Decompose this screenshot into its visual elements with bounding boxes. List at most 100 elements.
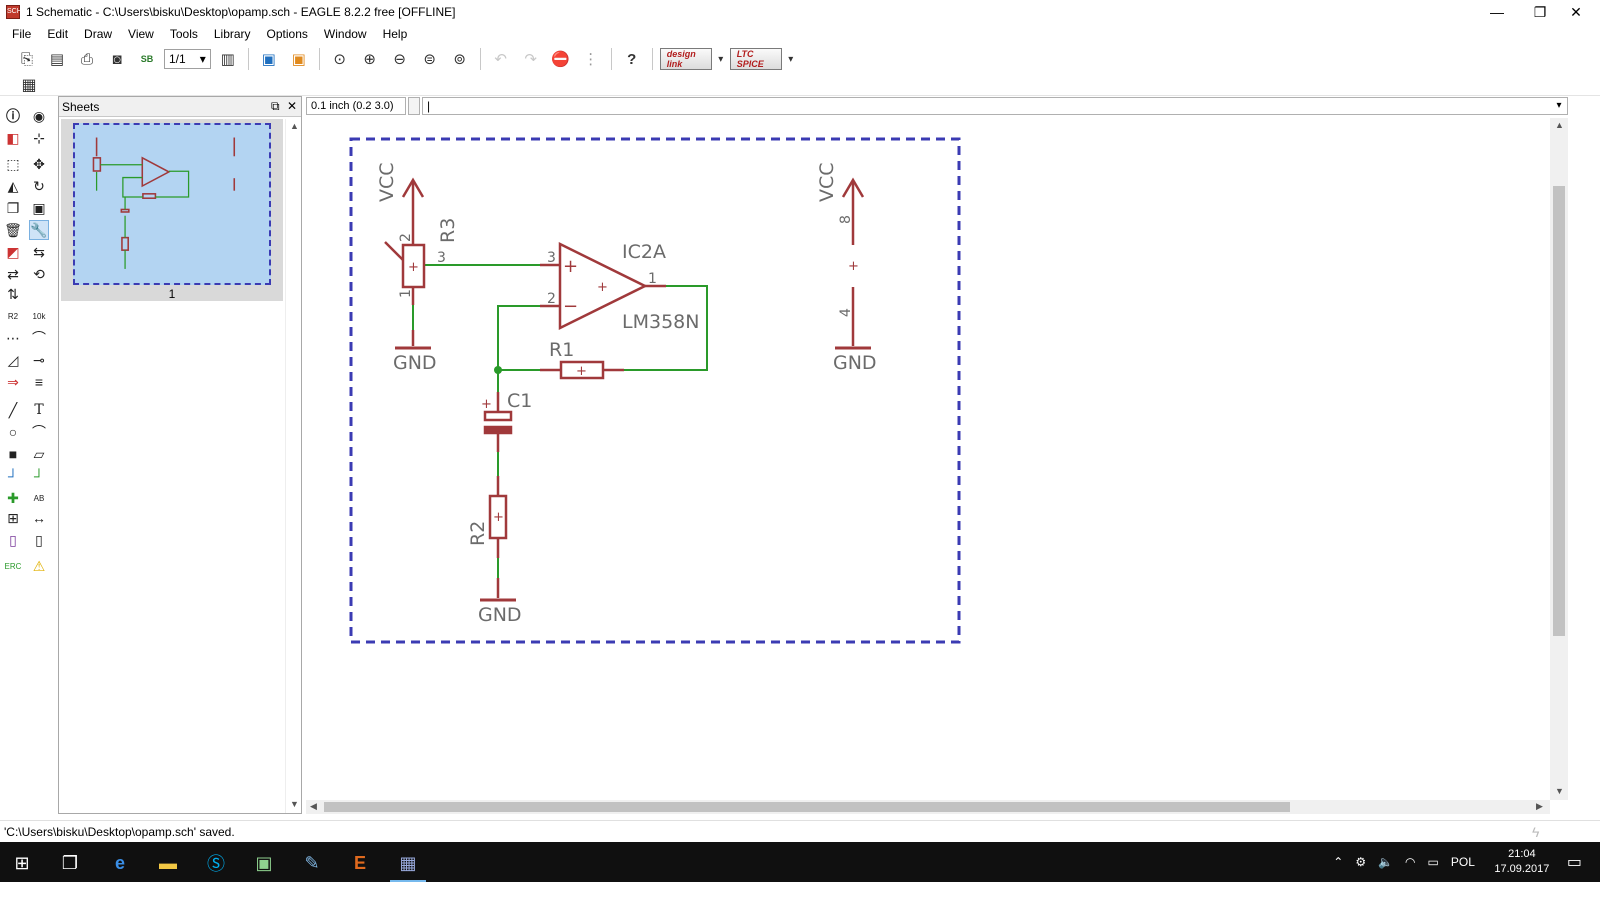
arc-icon[interactable]: ⌒ [29, 422, 49, 442]
wifi-icon[interactable]: ◠ [1405, 855, 1415, 869]
eagle-taskbar-icon[interactable]: E [340, 847, 380, 879]
line-icon[interactable]: ╱ [3, 400, 23, 420]
file-explorer-icon[interactable]: ▬ [148, 847, 188, 879]
maximize-button[interactable]: ❐ [1520, 0, 1560, 24]
paint-app-icon[interactable]: ✎ [292, 847, 332, 879]
optimize-icon[interactable]: ⊸ [29, 350, 49, 370]
chevron-down-icon[interactable]: ▾ [716, 47, 726, 71]
ulp-icon[interactable]: ▣ [286, 47, 312, 71]
help-icon[interactable]: ? [619, 47, 645, 71]
zoom-select-icon[interactable]: ⊜ [417, 47, 443, 71]
volume-icon[interactable]: 🔈 [1378, 855, 1393, 869]
scroll-right-icon[interactable]: ▶ [1536, 801, 1543, 812]
bus-draw-icon[interactable]: ┘ [29, 466, 49, 486]
canvas-vertical-scrollbar[interactable]: ▲ ▼ [1550, 118, 1568, 800]
skype-icon[interactable]: Ⓢ [196, 847, 236, 879]
zoom-in-icon[interactable]: ⊕ [357, 47, 383, 71]
menu-file[interactable]: File [4, 27, 39, 41]
junction-icon[interactable]: ✚ [3, 488, 23, 508]
canvas-horizontal-scrollbar[interactable]: ◀ ▶ [306, 800, 1550, 814]
library-icon[interactable]: ▥ [215, 47, 241, 71]
chevron-down-icon[interactable]: ▾ [786, 47, 796, 71]
menu-view[interactable]: View [120, 27, 162, 41]
menu-options[interactable]: Options [259, 27, 316, 41]
open-icon[interactable]: ⎘ [14, 47, 40, 71]
schematic-canvas[interactable]: VCC VCC GND GND GND R3 IC2A LM358N R1 C1… [306, 118, 1550, 800]
warning-icon[interactable]: ⚠ [29, 556, 49, 576]
ltspice-button[interactable]: LTC SPICE [729, 48, 782, 70]
invoke-icon[interactable]: ⟲ [29, 264, 49, 284]
stop-icon[interactable]: ⛔ [548, 47, 574, 71]
menu-draw[interactable]: Draw [76, 27, 120, 41]
menu-library[interactable]: Library [206, 27, 259, 41]
scroll-down-icon[interactable]: ▼ [290, 799, 299, 809]
zoom-out-icon[interactable]: ⊖ [387, 47, 413, 71]
chevron-up-icon[interactable]: ⌃ [1333, 855, 1343, 869]
text-icon[interactable]: T [29, 400, 49, 420]
sheets-scrollbar[interactable]: ▲ ▼ [285, 119, 301, 813]
edge-icon[interactable]: e [100, 847, 140, 879]
frame-icon[interactable]: ▯ [3, 530, 23, 550]
group-icon[interactable]: ⬚ [3, 154, 23, 174]
replace-icon[interactable]: ⇄ [3, 264, 23, 284]
bus-icon[interactable]: ≡ [29, 372, 49, 392]
label-icon[interactable]: AB [29, 488, 49, 508]
language-indicator[interactable]: POL [1451, 855, 1475, 869]
route-icon[interactable]: ⇒ [3, 372, 23, 392]
battery-icon[interactable]: ▭ [1428, 855, 1439, 869]
cam-icon[interactable]: ◙ [104, 47, 130, 71]
mark-icon[interactable]: ⊹ [29, 128, 49, 148]
rotate-icon[interactable]: ↻ [29, 176, 49, 196]
split-icon[interactable]: ◿ [3, 350, 23, 370]
zoom-last-icon[interactable]: ⊚ [447, 47, 473, 71]
mirror-icon[interactable]: ◭ [3, 176, 23, 196]
menu-window[interactable]: Window [316, 27, 375, 41]
wrench-icon[interactable]: 🔧 [29, 220, 49, 240]
copy-icon[interactable]: ❐ [3, 198, 23, 218]
start-icon[interactable]: ⊞ [2, 847, 42, 879]
script-icon[interactable]: ▣ [256, 47, 282, 71]
vertical-scroll-thumb[interactable] [1553, 186, 1565, 636]
menu-help[interactable]: Help [375, 27, 416, 41]
grid-icon[interactable]: ▦ [16, 73, 42, 97]
sheet-thumbnail-item[interactable]: 1 [61, 119, 283, 301]
module-icon[interactable]: ▯ [29, 530, 49, 550]
add-part-icon[interactable]: ◩ [3, 242, 23, 262]
scroll-up-icon[interactable]: ▲ [290, 121, 299, 131]
dimension-icon[interactable]: ↔ [29, 508, 49, 528]
circle-icon[interactable]: ○ [3, 422, 23, 442]
task-view-icon[interactable]: ❐ [50, 847, 90, 879]
name-icon[interactable]: R2 [3, 306, 23, 326]
gate-swap-icon[interactable]: ⇅ [3, 284, 23, 304]
go-icon[interactable]: ⋮ [578, 47, 604, 71]
chevron-down-icon[interactable]: ▾ [1552, 98, 1566, 114]
network-share-icon[interactable]: ⚙ [1355, 855, 1366, 869]
close-button[interactable]: ✕ [1556, 0, 1596, 24]
polygon-icon[interactable]: ▱ [29, 444, 49, 464]
delete-icon[interactable]: 🗑 [3, 220, 23, 240]
info-icon[interactable]: ⓘ [3, 106, 23, 126]
layer-display-icon[interactable]: ◧ [3, 128, 23, 148]
command-input[interactable]: | [422, 97, 1568, 115]
sch-brd-switch-icon[interactable]: SB [134, 47, 160, 71]
undock-icon[interactable]: ⧉ [271, 99, 280, 114]
monitor-app-icon[interactable]: ▣ [244, 847, 284, 879]
net-icon[interactable]: ┘ [3, 466, 23, 486]
sheet-thumbnail[interactable] [73, 123, 271, 285]
attribute-icon[interactable]: ⊞ [3, 508, 23, 528]
show-icon[interactable]: ◉ [29, 106, 49, 126]
horizontal-scroll-thumb[interactable] [324, 802, 1290, 812]
move-icon[interactable]: ✥ [29, 154, 49, 174]
zoom-fit-icon[interactable]: ⊙ [327, 47, 353, 71]
eagle-window-icon[interactable]: ▦ [388, 847, 428, 882]
menu-tools[interactable]: Tools [162, 27, 206, 41]
save-icon[interactable]: ▤ [44, 47, 70, 71]
value-icon[interactable]: 10k [29, 306, 49, 326]
coordinate-button[interactable] [408, 97, 420, 115]
erc-icon[interactable]: ERC [3, 556, 23, 576]
paste-icon[interactable]: ▣ [29, 198, 49, 218]
notifications-icon[interactable]: ▭ [1567, 852, 1582, 872]
rectangle-icon[interactable]: ■ [3, 444, 23, 464]
pin-swap-icon[interactable]: ⇆ [29, 242, 49, 262]
scroll-left-icon[interactable]: ◀ [310, 801, 317, 812]
